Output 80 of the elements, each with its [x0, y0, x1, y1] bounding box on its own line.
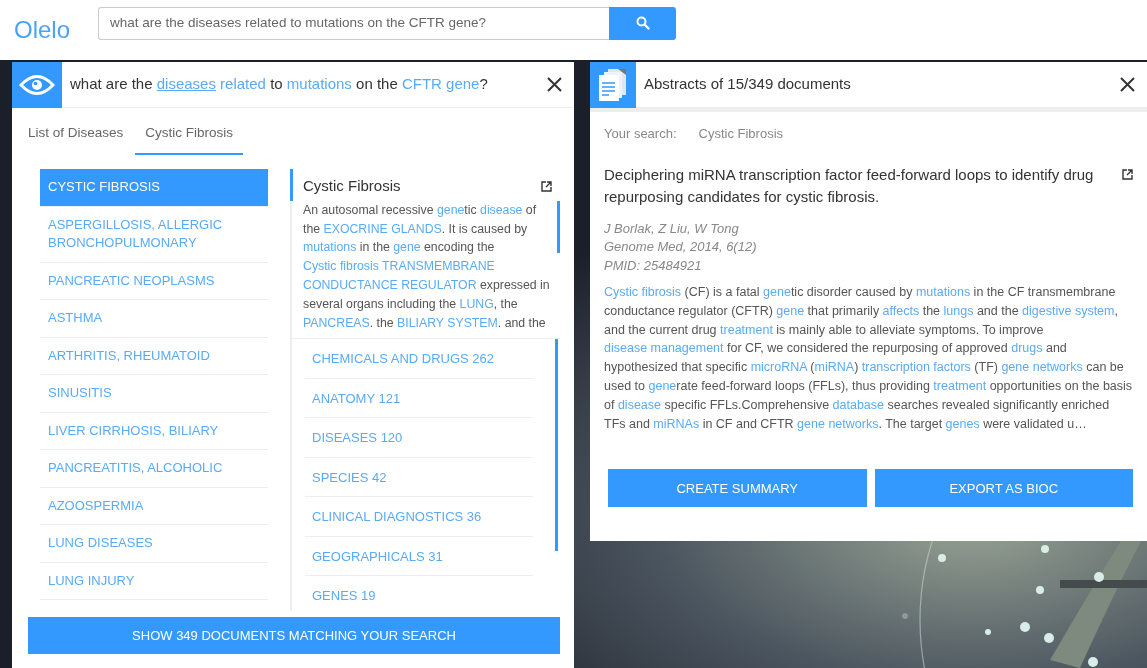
action-button[interactable]: CREATE SUMMARY [608, 469, 867, 508]
category-item[interactable]: GENES 19 [305, 576, 533, 612]
term-link[interactable]: transcription [861, 360, 930, 375]
scrollbar[interactable] [555, 339, 558, 552]
term-link[interactable]: CFTR gene [401, 75, 480, 93]
article-pmid: PMID: 25484921 [604, 256, 703, 275]
term-link[interactable]: gene [393, 240, 421, 255]
search-icon [635, 16, 650, 30]
disease-item[interactable]: ASPERGILLOSIS, ALLERGIC BRONCHOPULMONARY [40, 206, 268, 263]
term-link[interactable]: PANCREAS [303, 315, 370, 330]
term-link[interactable]: affects [882, 303, 920, 318]
close-icon [547, 77, 562, 92]
term-link[interactable]: EXOCRINE GLANDS [323, 221, 442, 236]
category-item[interactable]: CHEMICALS AND DRUGS 262 [305, 339, 533, 379]
term-link[interactable]: related [220, 75, 266, 93]
term-link[interactable]: treatment [933, 379, 987, 393]
disease-item[interactable]: ARTHRITIS, RHEUMATOID [40, 337, 268, 376]
term-link[interactable]: gene [776, 303, 805, 318]
logo[interactable]: Olelo [14, 12, 71, 48]
article-authors: J Borlak, Z Liu, W Tong [604, 219, 740, 238]
description-text: An autosomal recessive genetic disease of the EXOCRINE GLANDS. It is caused by mutations in the gene encoding the Cystic fibrosis TRANSMEMBRANE CONDUCTANCE REGULATOR expressed in several organs including the LUNG, the PANCREAS. the BILIARY SYSTEM. and the [303, 201, 551, 332]
term-link[interactable]: Cystic fibrosis [604, 285, 682, 299]
term-link[interactable]: mutations [286, 75, 352, 93]
close-icon [1120, 77, 1135, 92]
term-link[interactable]: diseases [156, 75, 216, 93]
search-value: Cystic Fibrosis [698, 125, 784, 143]
external-link-icon[interactable] [541, 181, 552, 192]
category-item[interactable]: GEOGRAPHICALS 31 [305, 536, 533, 577]
detail-title: Cystic Fibrosis [303, 176, 401, 197]
category-item[interactable]: CLINICAL DIAGNOSTICS 36 [305, 497, 533, 537]
term-link[interactable]: Cystic fibrosis TRANSMEMBRANE [303, 259, 495, 274]
term-link[interactable]: miRNAs [653, 416, 700, 431]
term-link[interactable]: microRNA [750, 360, 807, 375]
term-link[interactable]: treatment [720, 322, 773, 337]
term-link[interactable]: database [832, 397, 885, 412]
scrollbar[interactable] [557, 200, 560, 253]
search-button[interactable] [609, 6, 677, 40]
panel-title: Abstracts of 15/349 documents [643, 74, 852, 95]
term-link[interactable]: gene [436, 202, 465, 217]
term-link[interactable]: CONDUCTANCE REGULATOR [303, 277, 477, 292]
abstract-text: Cystic fibrosis (CF) is a fatal genetic disorder caused by mutations in the CF transmembrane conductance regulator (CFTR) gene that primarily affects the lungs and the digestive system, and the current drug treatment is mainly able to alleviate symptoms. To improve disease management for CF, we considered the repurposing of approved drugs and hypothesized that specific microRNA (miRNA) transcription factors (TF) gene networks can be used to generate feed-forward loops (FFLs), thus providing treatment opportunities on the basis of disease specific FFLs.Comprehensive database searches revealed significantly enriched TFs and miRNAs in CF and CFTR gene networks. The target genes were validated u… [603, 284, 1134, 433]
eye-icon [19, 73, 55, 96]
category-item[interactable]: ANATOMY 121 [305, 378, 533, 419]
category-item[interactable]: DISEASES 120 [305, 418, 533, 458]
term-link[interactable]: gene [763, 285, 791, 299]
disease-item[interactable]: CYSTIC FIBROSIS [40, 169, 268, 207]
action-button[interactable]: EXPORT AS BIOC [874, 469, 1133, 508]
external-link-icon[interactable] [1122, 168, 1133, 180]
term-link[interactable]: genes [945, 416, 980, 431]
term-link[interactable]: mutations [303, 240, 357, 255]
search-label: Your search: [604, 125, 677, 143]
term-link[interactable]: disease management [604, 341, 724, 356]
category-item[interactable]: SPECIES 42 [305, 457, 533, 498]
disease-item[interactable]: LUNG INJURY [40, 562, 268, 601]
term-link[interactable]: disease [480, 202, 523, 217]
term-link[interactable]: lungs [943, 303, 974, 318]
disease-item[interactable]: LUNG DISEASES [40, 525, 268, 563]
disease-item[interactable]: AZOOSPERMIA [40, 487, 268, 526]
disease-item[interactable]: ASTHMA [40, 300, 268, 338]
disease-item[interactable]: SINUSITIS [40, 375, 268, 413]
disease-item[interactable]: PANCREATITIS, ALCOHOLIC [40, 450, 268, 488]
article-title[interactable]: Deciphering miRNA transcription factor feed-forward loops to identify drug repurposing candidates for cystic fibrosis. [604, 163, 1112, 208]
tab[interactable]: Cystic Fibrosis [135, 114, 244, 156]
term-link[interactable]: gene [648, 379, 677, 393]
question-text: what are the diseases related to mutations on the CFTR gene? [69, 74, 489, 95]
term-link[interactable]: BILIARY SYSTEM [397, 315, 498, 330]
term-link[interactable]: gene networks [1001, 360, 1083, 375]
term-link[interactable]: digestive system [1022, 303, 1115, 318]
article-journal: Genome Med, 2014, 6(12) [604, 238, 758, 256]
disease-item[interactable]: PANCREATIC NEOPLASMS [40, 262, 268, 301]
term-link[interactable]: mutations [915, 285, 971, 299]
term-link[interactable]: disease [617, 397, 661, 412]
term-link[interactable]: factors [933, 360, 971, 375]
tab[interactable]: List of Diseases [18, 114, 134, 156]
term-link[interactable]: drugs [1011, 341, 1043, 356]
disease-item[interactable]: LIVER CIRRHOSIS, BILIARY [40, 412, 268, 451]
term-link[interactable]: LUNG [459, 296, 494, 311]
show-documents-button[interactable]: SHOW 349 DOCUMENTS MATCHING YOUR SEARCH [28, 617, 560, 655]
search-field[interactable]: what are the diseases related to mutations on the CFTR gene? [98, 6, 610, 40]
term-link[interactable]: miRNA [814, 360, 855, 375]
